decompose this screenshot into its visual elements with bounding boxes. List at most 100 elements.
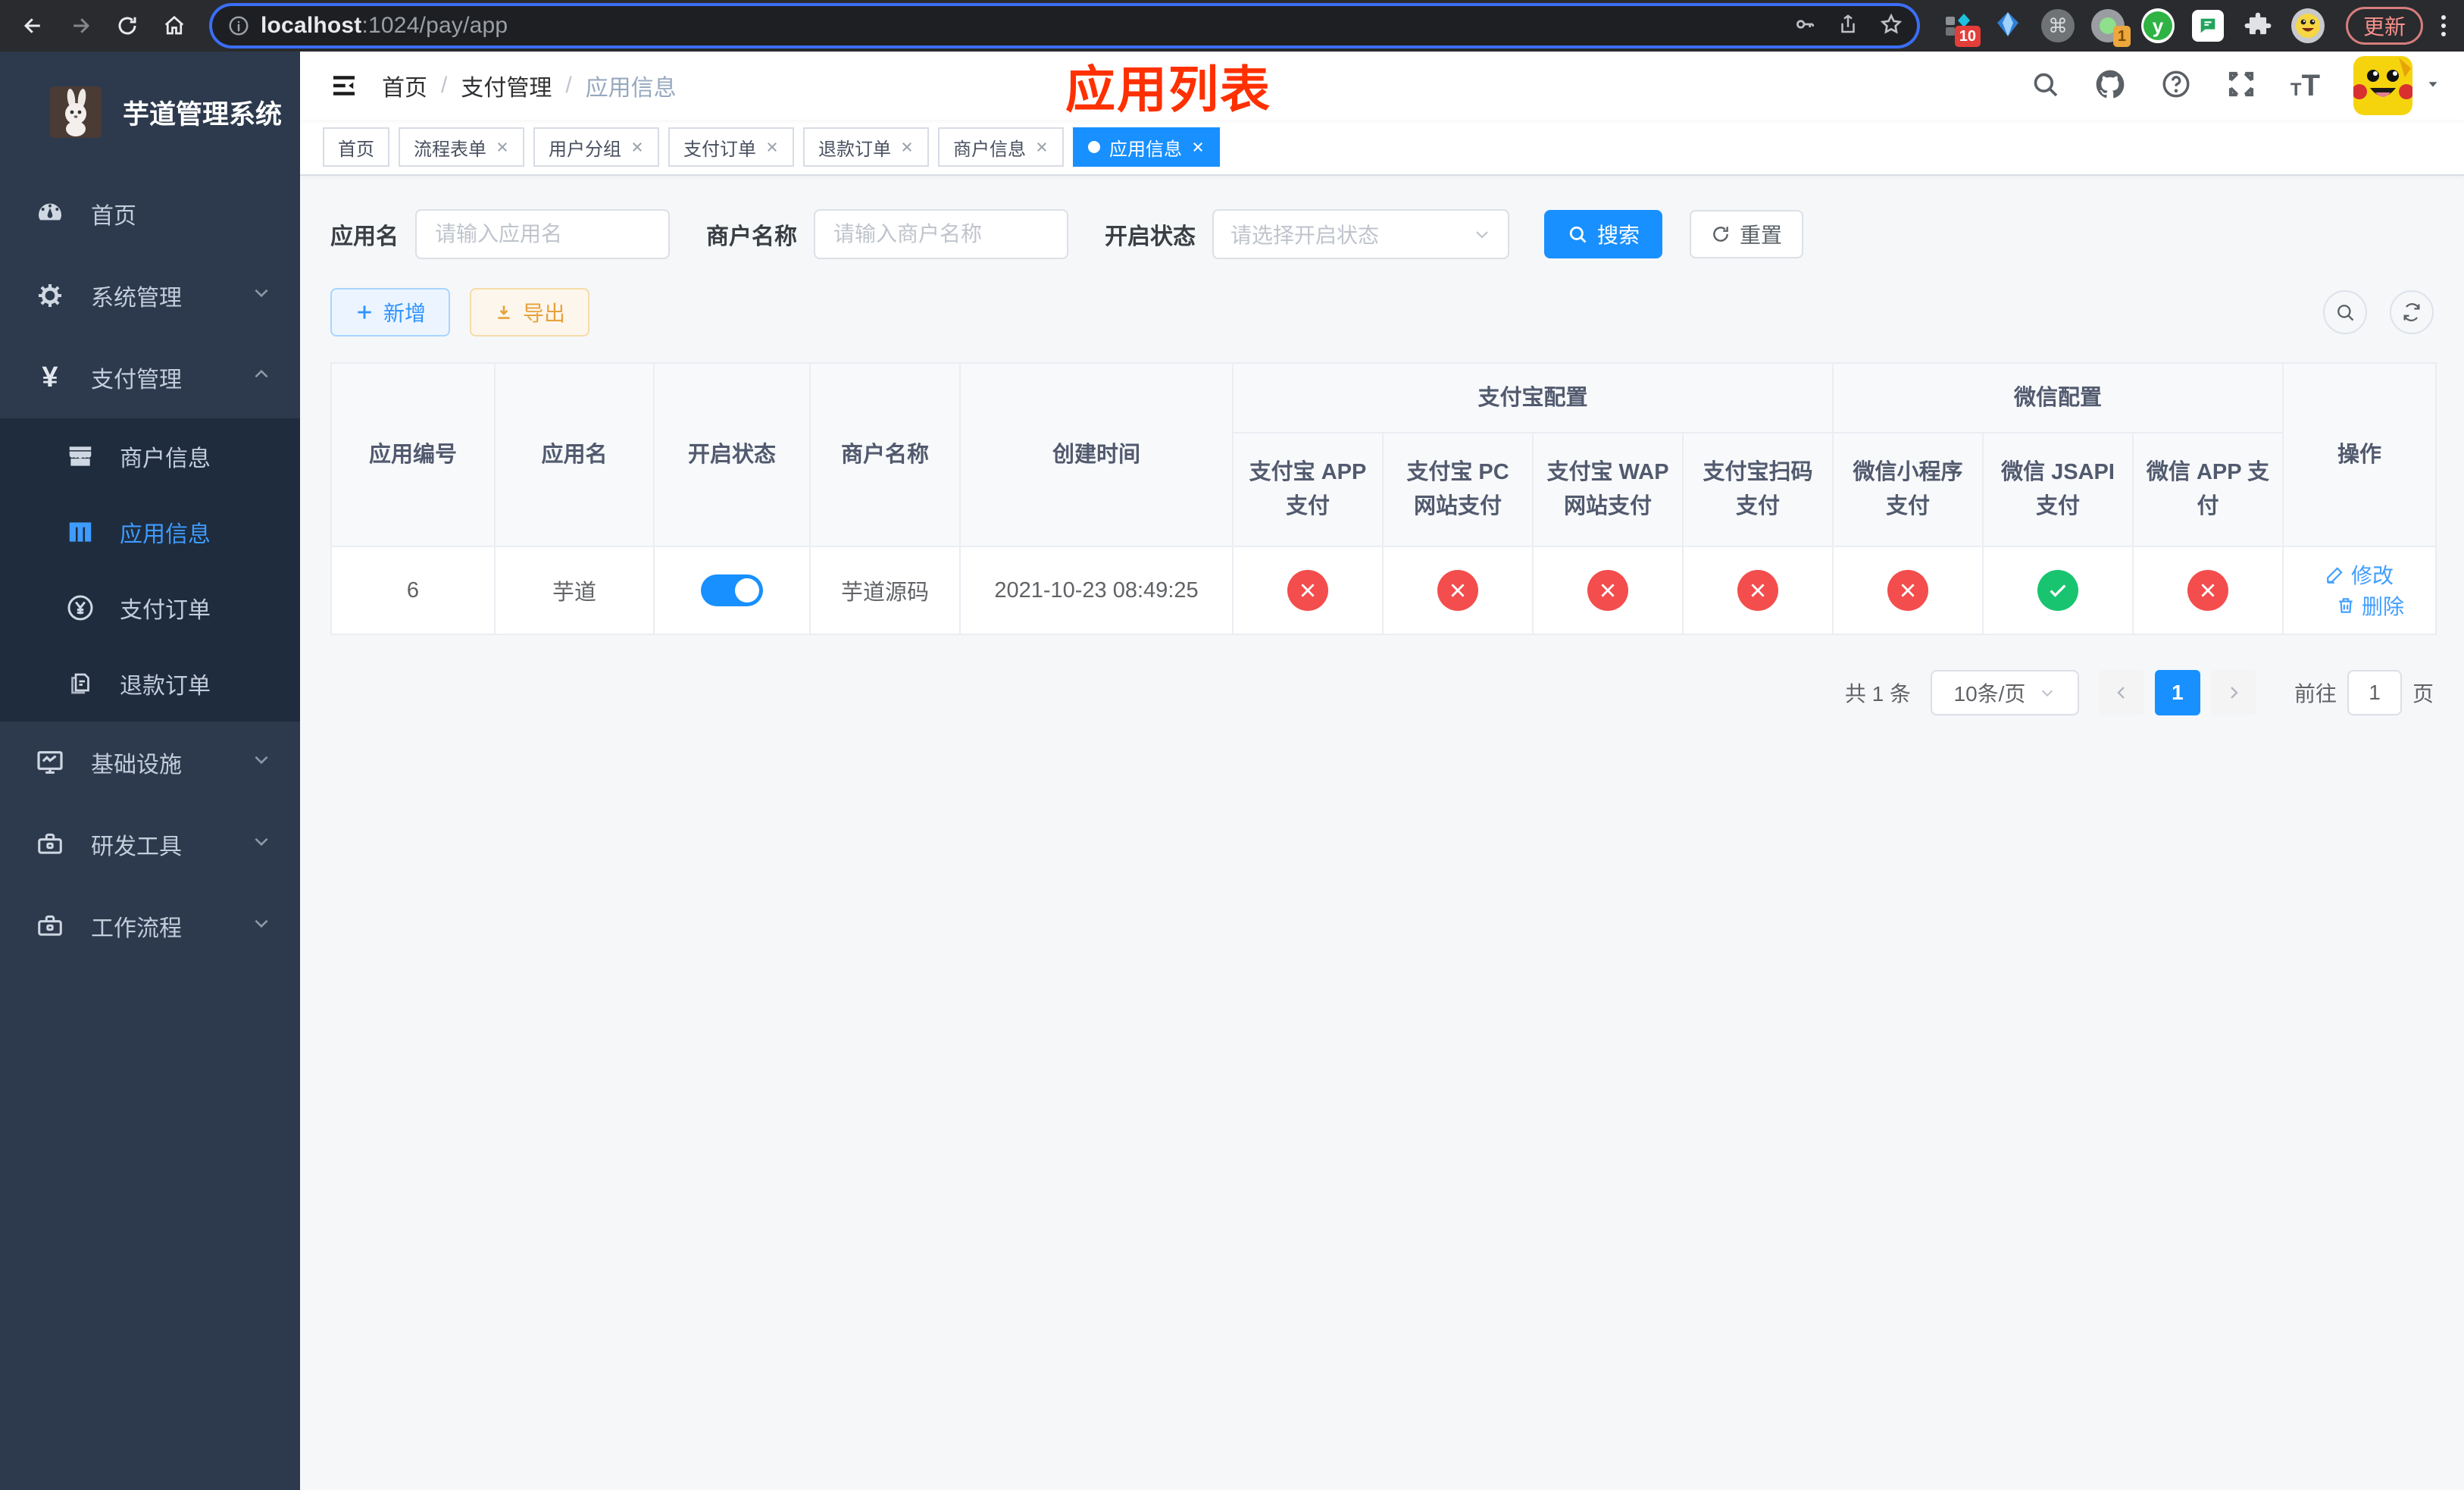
tag-user-group[interactable]: 用户分组: [533, 127, 659, 167]
extension-badge: 10: [1954, 26, 1981, 47]
prev-page-button[interactable]: [2098, 670, 2144, 715]
app-title: 芋道管理系统: [123, 99, 283, 130]
url-bar[interactable]: localhost:1024/pay/app: [212, 6, 1917, 45]
col-app-id: 应用编号: [330, 362, 496, 547]
edit-button[interactable]: 修改: [2325, 559, 2394, 590]
extensions-puzzle-icon[interactable]: [2241, 9, 2275, 42]
chevron-down-icon: [1476, 231, 1488, 239]
tag-home[interactable]: 首页: [323, 127, 389, 167]
sidebar-item-payment[interactable]: ¥ 支付管理: [0, 337, 300, 418]
sidebar-item-pay-orders[interactable]: 支付订单: [0, 570, 300, 646]
tag-pay-orders[interactable]: 支付订单: [668, 127, 794, 167]
monitor-chart-icon: [33, 747, 67, 778]
yen-icon: ¥: [42, 362, 58, 393]
page-header: 首页 / 支付管理 / 应用信息 应用列表 TT: [300, 52, 2464, 120]
cell-actions: 修改 删除: [2282, 546, 2437, 635]
col-actions: 操作: [2282, 362, 2437, 547]
col-status: 开启状态: [653, 362, 811, 547]
reset-button[interactable]: 重置: [1690, 210, 1804, 258]
col-alipay-app: 支付宝 APP 支付: [1232, 432, 1384, 547]
tag-flow-form[interactable]: 流程表单: [399, 127, 524, 167]
payment-submenu: 商户信息 应用信息 支付订单 退款订单: [0, 418, 300, 722]
enable-toggle[interactable]: [701, 574, 763, 606]
fullscreen-icon[interactable]: [2225, 68, 2257, 104]
group-alipay-config: 支付宝配置: [1231, 362, 1834, 434]
app-name-input[interactable]: [415, 209, 670, 259]
extension-pieces-icon[interactable]: 10: [1941, 9, 1981, 47]
reload-icon[interactable]: [108, 6, 147, 45]
dashboard-icon: [33, 199, 67, 229]
download-icon: [498, 305, 510, 319]
user-avatar[interactable]: [2353, 56, 2441, 115]
header-search-icon[interactable]: [2030, 69, 2060, 103]
github-icon[interactable]: [2093, 67, 2127, 105]
extension-gem-icon[interactable]: [1991, 9, 2025, 42]
site-info-icon[interactable]: [226, 13, 252, 39]
extension-yuque-icon[interactable]: y: [2140, 8, 2175, 43]
close-icon[interactable]: [630, 140, 644, 154]
breadcrumb-home[interactable]: 首页: [382, 69, 427, 102]
col-merchant: 商户名称: [809, 362, 961, 547]
font-size-icon[interactable]: TT: [2290, 69, 2320, 103]
group-wechat-config: 微信配置: [1832, 362, 2284, 434]
sidebar-item-devtools[interactable]: 研发工具: [0, 803, 300, 885]
export-button[interactable]: 导出: [470, 288, 590, 337]
tag-app-info-active[interactable]: 应用信息: [1073, 127, 1220, 167]
tag-refund-orders[interactable]: 退款订单: [803, 127, 929, 167]
tag-merchant-info[interactable]: 商户信息: [938, 127, 1064, 167]
col-alipay-pc: 支付宝 PC 网站支付: [1382, 432, 1534, 547]
trash-icon: [2339, 598, 2353, 613]
close-icon[interactable]: [765, 140, 779, 154]
search-button[interactable]: 搜索: [1544, 210, 1663, 258]
wx-app-status-icon: [2187, 570, 2229, 611]
chevron-down-icon: [2042, 690, 2053, 697]
toggle-search-button[interactable]: [2323, 290, 2367, 334]
share-icon[interactable]: [1837, 13, 1859, 39]
chevron-left-icon: [2117, 687, 2125, 699]
alipay-app-status-icon: [1287, 570, 1328, 611]
browser-menu-icon[interactable]: [2441, 15, 2446, 36]
status-select[interactable]: 请选择开启状态: [1212, 209, 1509, 259]
browser-update-button[interactable]: 更新: [2345, 7, 2423, 45]
chevron-down-icon: [252, 283, 271, 308]
profile-avatar-icon[interactable]: [2290, 8, 2325, 43]
next-page-button[interactable]: [2210, 670, 2256, 715]
delete-button[interactable]: 删除: [2336, 590, 2404, 621]
breadcrumb-payment[interactable]: 支付管理: [461, 69, 552, 102]
goto-page-input[interactable]: [2347, 670, 2402, 715]
back-icon[interactable]: [14, 6, 53, 45]
add-button[interactable]: 新增: [330, 288, 451, 337]
alipay-wap-status-icon: [1587, 570, 1628, 611]
cell-created: 2021-10-23 08:49:25: [959, 546, 1234, 635]
sidebar-item-app-info[interactable]: 应用信息: [0, 494, 300, 570]
bookmark-star-icon[interactable]: [1879, 12, 1903, 40]
extension-recorder-icon[interactable]: 1: [2090, 9, 2131, 47]
extensions-strip: 10 ⌘ 1 y: [1941, 8, 2325, 47]
close-icon[interactable]: [1191, 140, 1205, 154]
forward-icon[interactable]: [61, 6, 100, 45]
page-size-select[interactable]: 10条/页: [1930, 670, 2079, 715]
sidebar-item-system[interactable]: 系统管理: [0, 255, 300, 337]
page-1-button[interactable]: 1: [2154, 670, 2200, 715]
col-alipay-wap: 支付宝 WAP 网站支付: [1532, 432, 1684, 547]
sidebar-collapse-icon[interactable]: [323, 64, 365, 107]
extension-command-icon[interactable]: ⌘: [2040, 9, 2075, 42]
yen-circle-icon: [64, 593, 97, 623]
home-icon[interactable]: [155, 6, 194, 45]
avatar-image: [2353, 56, 2412, 115]
password-key-icon[interactable]: [1793, 12, 1817, 40]
close-icon[interactable]: [1035, 140, 1049, 154]
col-wx-app: 微信 APP 支付: [2132, 432, 2284, 547]
close-icon[interactable]: [496, 140, 509, 154]
help-icon[interactable]: [2160, 68, 2192, 104]
app-logo[interactable]: 芋道管理系统: [0, 52, 300, 173]
close-icon[interactable]: [900, 140, 914, 154]
sidebar-item-infra[interactable]: 基础设施: [0, 722, 300, 803]
sidebar-item-home[interactable]: 首页: [0, 173, 300, 255]
sidebar-item-refund-orders[interactable]: 退款订单: [0, 646, 300, 722]
merchant-name-input[interactable]: [814, 209, 1068, 259]
sidebar-item-merchant-info[interactable]: 商户信息: [0, 418, 300, 494]
extension-chat-icon[interactable]: [2191, 9, 2225, 42]
sidebar-item-workflow[interactable]: 工作流程: [0, 885, 300, 967]
refresh-table-button[interactable]: [2390, 290, 2434, 334]
